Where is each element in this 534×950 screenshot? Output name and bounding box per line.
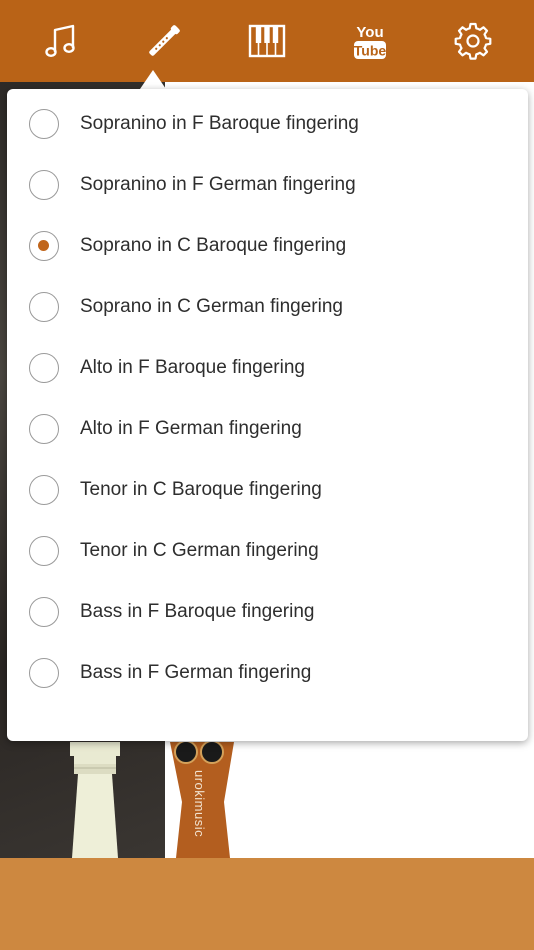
radio-button[interactable] (29, 291, 59, 322)
option-bass-f-german[interactable]: Bass in F German fingering (7, 642, 528, 703)
option-alto-f-german[interactable]: Alto in F German fingering (7, 398, 528, 459)
option-sopranino-f-baroque[interactable]: Sopranino in F Baroque fingering (7, 93, 528, 154)
radio-button[interactable] (29, 657, 59, 688)
radio-button-selected[interactable] (29, 230, 59, 261)
option-bass-f-baroque[interactable]: Bass in F Baroque fingering (7, 581, 528, 642)
watermark-text: urokimusic (192, 770, 207, 838)
option-label: Soprano in C Baroque fingering (80, 234, 347, 256)
tab-music[interactable] (31, 11, 91, 71)
recorder-flute-icon (149, 25, 180, 56)
top-toolbar: You Tube (0, 0, 534, 82)
svg-text:You: You (356, 24, 383, 41)
radio-selected-dot (38, 239, 49, 251)
gear-icon (454, 22, 491, 60)
white-recorder-image (70, 742, 120, 858)
radio-button[interactable] (29, 474, 59, 505)
popup-pointer (140, 70, 166, 89)
option-soprano-c-german[interactable]: Soprano in C German fingering (7, 276, 528, 337)
svg-text:Tube: Tube (354, 43, 387, 59)
option-tenor-c-baroque[interactable]: Tenor in C Baroque fingering (7, 459, 528, 520)
option-label: Bass in F Baroque fingering (80, 600, 315, 622)
option-label: Sopranino in F German fingering (80, 173, 356, 195)
option-label: Bass in F German fingering (80, 661, 312, 683)
option-label: Sopranino in F Baroque fingering (80, 112, 359, 134)
tab-settings[interactable] (443, 11, 503, 71)
music-note-icon (45, 24, 76, 58)
option-label: Tenor in C German fingering (80, 539, 319, 561)
radio-button[interactable] (29, 352, 59, 383)
tab-youtube[interactable]: You Tube (340, 11, 400, 71)
bottom-bar (0, 858, 534, 950)
radio-button[interactable] (29, 169, 59, 200)
option-sopranino-f-german[interactable]: Sopranino in F German fingering (7, 154, 528, 215)
radio-button[interactable] (29, 108, 59, 139)
option-label: Tenor in C Baroque fingering (80, 478, 322, 500)
option-alto-f-baroque[interactable]: Alto in F Baroque fingering (7, 337, 528, 398)
option-label: Alto in F German fingering (80, 417, 302, 439)
option-tenor-c-german[interactable]: Tenor in C German fingering (7, 520, 528, 581)
youtube-icon: You Tube (354, 24, 387, 59)
radio-button[interactable] (29, 413, 59, 444)
piano-keys-icon (248, 24, 286, 58)
option-label: Alto in F Baroque fingering (80, 356, 305, 378)
tab-recorder[interactable] (134, 11, 194, 71)
tab-piano[interactable] (237, 11, 297, 71)
option-label: Soprano in C German fingering (80, 295, 343, 317)
option-soprano-c-baroque[interactable]: Soprano in C Baroque fingering (7, 215, 528, 276)
fingering-selection-popup: Sopranino in F Baroque fingering Soprani… (7, 89, 528, 741)
radio-button[interactable] (29, 596, 59, 627)
radio-button[interactable] (29, 535, 59, 566)
